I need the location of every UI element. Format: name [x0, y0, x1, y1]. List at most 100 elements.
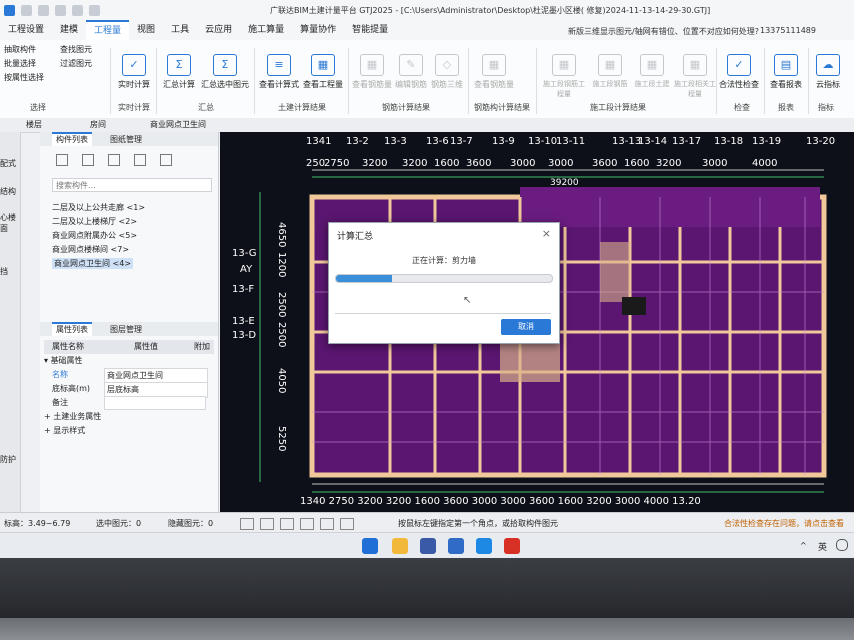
menu-smart-extraction[interactable]: 智能提量 — [344, 20, 396, 40]
cancel-button[interactable]: 取消 — [501, 319, 551, 335]
view-report-button[interactable]: ▤ 查看报表 — [766, 54, 806, 90]
filter-element-button[interactable]: 过滤图元 — [60, 58, 92, 69]
rect-select-icon[interactable] — [260, 518, 274, 530]
floor-dropdown[interactable]: 楼层 — [26, 119, 42, 130]
section-civil[interactable]: + 土建业务属性 — [44, 410, 214, 424]
property-value[interactable] — [104, 396, 206, 410]
summary-selected-button[interactable]: Σ 汇总选中图元 — [200, 54, 250, 90]
validity-check-button[interactable]: ✓ 合法性检查 — [718, 54, 760, 90]
tab-property-list[interactable]: 属性列表 — [52, 322, 92, 336]
file-explorer-icon[interactable] — [392, 538, 408, 554]
hidden-count: 隐藏图元：0 — [168, 519, 214, 528]
section-rebar-button[interactable]: ▦ 施工段钢筋 — [590, 54, 630, 89]
section-display[interactable]: + 显示样式 — [44, 424, 214, 438]
calc-summary-dialog: 计算汇总 × 正在计算：剪力墙 ↖ 取消 — [328, 222, 560, 344]
realtime-calc-button[interactable]: ✓ 实时计算 — [116, 54, 152, 90]
nav-item[interactable]: 配式 — [0, 158, 16, 169]
axis-label-left: 13-E — [232, 316, 255, 327]
menu-collaboration[interactable]: 算量协作 — [292, 20, 344, 40]
select-mode-icon[interactable] — [240, 518, 254, 530]
view-rebar-button[interactable]: ▦ 查看钢筋量 — [352, 54, 392, 90]
dimension-label: 2750 — [324, 158, 350, 169]
nav-item[interactable]: 心楼面 — [0, 212, 20, 234]
select-by-property-button[interactable]: 按属性选择 — [4, 72, 44, 83]
section-civil-button[interactable]: ▦ 施工段土建 — [632, 54, 672, 89]
validity-warning[interactable]: 合法性检查存在问题，请点击查看 — [724, 518, 844, 529]
left-dimension: 4650 — [276, 222, 287, 248]
line-snap-icon[interactable] — [320, 518, 334, 530]
input-language[interactable]: 英 — [818, 540, 827, 553]
dimension-label: 250 — [306, 158, 326, 169]
edit-rebar-button[interactable]: ✎ 编辑钢筋 — [394, 54, 428, 90]
rebar-3d-button[interactable]: ◇ 钢筋三维 — [430, 54, 464, 90]
pick-component-button[interactable]: 抽取构件 — [4, 44, 36, 55]
axis-label-left: 13-F — [232, 284, 255, 295]
copy-icon[interactable] — [82, 154, 94, 166]
component-item[interactable]: 商业网点附属办公 <5> — [52, 230, 137, 241]
nav-item[interactable]: 结构 — [0, 186, 16, 197]
section-rebar-qty-button[interactable]: ▦ 施工段钢筋工程量 — [540, 54, 588, 99]
save-icon[interactable] — [55, 4, 66, 16]
network-icon[interactable] — [836, 539, 848, 551]
menu-view[interactable]: 视图 — [129, 20, 163, 40]
view-quantity-button[interactable]: ▦ 查看工程量 — [302, 54, 344, 90]
nav-item[interactable]: 防护 — [0, 454, 16, 465]
view-formula-button[interactable]: ≡ 查看计算式 — [258, 54, 300, 90]
component-item[interactable]: 二层及以上楼梯厅 <2> — [52, 216, 137, 227]
view-rebar-qty-button[interactable]: ▦ 查看钢筋量 — [472, 54, 516, 90]
component-selector-bar: 楼层 房间 商业网点卫生间 — [0, 118, 854, 133]
property-row[interactable]: 名称 商业网点卫生间 — [44, 368, 214, 384]
wps-icon[interactable] — [504, 538, 520, 554]
cloud-index-button[interactable]: ☁ 云指标 — [810, 54, 846, 90]
menu-project-settings[interactable]: 工程设置 — [0, 20, 52, 40]
menu-modeling[interactable]: 建模 — [52, 20, 86, 40]
open-file-icon[interactable] — [38, 4, 49, 16]
type-dropdown[interactable]: 房间 — [90, 119, 106, 130]
batch-select-button[interactable]: 批量选择 — [4, 58, 36, 69]
component-search-input[interactable]: 搜索构件... — [52, 178, 212, 192]
section-basic[interactable]: ▾ 基础属性 — [44, 354, 214, 368]
tab-component-list[interactable]: 构件列表 — [52, 132, 92, 146]
property-panel: 属性列表 图层管理 属性名称 属性值 附加 ▾ 基础属性 名称 商业网点卫生间 … — [40, 322, 218, 512]
tray-chevron-icon[interactable]: ^ — [800, 541, 807, 550]
property-name: 底标高(m) — [52, 384, 91, 393]
menu-cloud[interactable]: 云应用 — [197, 20, 240, 40]
angle-snap-icon[interactable] — [300, 518, 314, 530]
document-app-icon[interactable] — [448, 538, 464, 554]
redo-icon[interactable] — [89, 4, 100, 16]
user-account[interactable]: 13375111489 — [760, 26, 816, 35]
cross-select-icon[interactable] — [280, 518, 294, 530]
dimension-label: 3200 — [402, 158, 428, 169]
tab-layer-management[interactable]: 图层管理 — [110, 324, 142, 335]
windows-start-icon[interactable] — [362, 538, 378, 554]
dimension-label: 3600 — [466, 158, 492, 169]
summary-calc-button[interactable]: Σ 汇总计算 — [160, 54, 198, 90]
gtj-app-icon[interactable] — [420, 538, 436, 554]
help-question-link[interactable]: 新版三维显示图元/轴网有错位、位置不对应如何处理? — [568, 26, 759, 37]
menu-construction-quantities[interactable]: 施工算量 — [240, 20, 292, 40]
property-row[interactable]: 底标高(m) 层底标高 — [44, 382, 214, 398]
component-item[interactable]: 商业网点楼梯间 <7> — [52, 244, 129, 255]
component-item-selected[interactable]: 商业网点卫生间 <4> — [52, 258, 134, 269]
new-file-icon[interactable] — [21, 4, 32, 16]
tab-drawing-management[interactable]: 图纸管理 — [110, 134, 142, 145]
property-row[interactable]: 备注 — [44, 396, 214, 410]
menu-quantities[interactable]: 工程量 — [86, 20, 130, 40]
menu-tools[interactable]: 工具 — [163, 20, 197, 40]
left-dimension: 4050 — [276, 368, 287, 394]
ortho-snap-icon[interactable] — [340, 518, 354, 530]
divider — [156, 48, 157, 114]
component-dropdown[interactable]: 商业网点卫生间 — [150, 119, 206, 130]
delete-icon[interactable] — [108, 154, 120, 166]
new-component-icon[interactable] — [56, 154, 68, 166]
filter-icon[interactable] — [160, 154, 172, 166]
undo-icon[interactable] — [72, 4, 83, 16]
section-related-button[interactable]: ▦ 施工段相关工程量 — [674, 54, 716, 99]
axis-label-top: 13-14 — [638, 136, 668, 147]
layer-icon[interactable] — [134, 154, 146, 166]
t-app-icon[interactable] — [476, 538, 492, 554]
find-element-button[interactable]: 查找图元 — [60, 44, 92, 55]
nav-item[interactable]: 挡 — [0, 266, 8, 277]
component-item[interactable]: 二层及以上公共走廊 <1> — [52, 202, 145, 213]
close-icon[interactable]: × — [542, 227, 551, 240]
